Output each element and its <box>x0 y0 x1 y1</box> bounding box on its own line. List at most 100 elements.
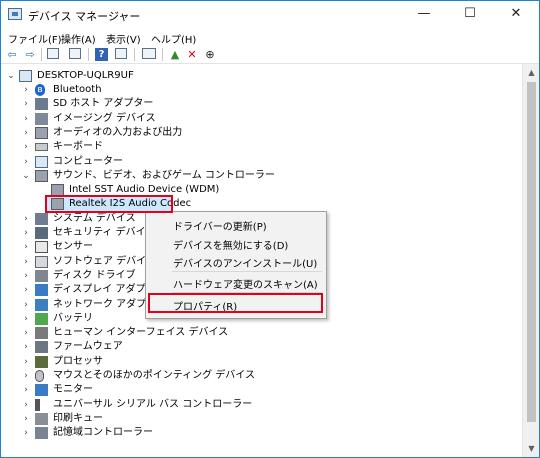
tree-category-item[interactable]: › ユニバーサル シリアル バス コントローラー <box>1 398 501 412</box>
chevron-right-icon[interactable]: › <box>21 313 31 325</box>
speaker-icon <box>51 184 64 197</box>
scroll-down-icon[interactable]: ▼ <box>523 440 539 457</box>
chevron-right-icon[interactable]: › <box>21 341 31 353</box>
tree-category-item[interactable]: › モニター <box>1 383 501 397</box>
tree-category-item[interactable]: › ファームウェア <box>1 340 501 354</box>
device-manager-icon <box>8 8 22 20</box>
menu-file[interactable]: ファイル(F) <box>8 31 62 46</box>
chevron-right-icon[interactable]: › <box>21 127 31 139</box>
chevron-right-icon[interactable]: › <box>21 227 31 239</box>
forward-arrow-icon[interactable]: ⇨ <box>22 47 38 62</box>
tree-category-item[interactable]: › ヒューマン インターフェイス デバイス <box>1 326 501 340</box>
printer-icon <box>35 412 48 425</box>
help-icon[interactable]: ? <box>95 48 108 61</box>
properties-sheet-icon[interactable] <box>69 48 81 59</box>
chevron-right-icon[interactable]: › <box>21 284 31 296</box>
chevron-right-icon[interactable]: › <box>21 213 31 225</box>
tree-item-label: バッテリ <box>53 312 93 324</box>
properties-icon[interactable] <box>115 48 127 59</box>
chevron-right-icon[interactable]: › <box>21 141 31 153</box>
scroll-thumb[interactable] <box>527 82 536 422</box>
tree-item-label: ディスク ドライブ <box>53 269 136 281</box>
tree-item-label: ユニバーサル シリアル バス コントローラー <box>53 398 253 410</box>
chevron-right-icon[interactable]: › <box>21 299 31 311</box>
monitor-icon <box>35 384 48 397</box>
chevron-down-icon[interactable]: ⌄ <box>6 70 16 82</box>
properties-highlight <box>148 293 323 313</box>
system-icon <box>35 212 48 225</box>
menu-bar: ファイル(F) 操作(A) 表示(V) ヘルプ(H) <box>1 28 539 47</box>
mouse-icon <box>35 370 44 382</box>
tree-category-item[interactable]: › オーディオの入力および出力 <box>1 126 501 140</box>
scan-hardware-icon[interactable] <box>142 48 156 59</box>
bluetooth-icon: ʙ <box>35 84 45 96</box>
tree-item-label: セキュリティ デバイス <box>53 227 156 238</box>
tree-category-item[interactable]: › SD ホスト アダプター <box>1 97 501 111</box>
keyboard-icon <box>35 143 48 152</box>
chevron-right-icon[interactable]: › <box>21 384 31 396</box>
back-arrow-icon[interactable]: ⇦ <box>4 47 20 62</box>
tree-item-label: Bluetooth <box>53 84 102 95</box>
tree-category-item[interactable]: › イメージング デバイス <box>1 112 501 126</box>
menu-action[interactable]: 操作(A) <box>61 31 96 46</box>
tree-item-label: プロセッサ <box>53 355 103 367</box>
update-driver-icon[interactable]: ▲ <box>167 47 183 62</box>
uninstall-icon[interactable]: ✕ <box>184 47 200 62</box>
sound-icon <box>35 169 48 182</box>
show-hide-tree-icon[interactable] <box>47 48 59 59</box>
processor-icon <box>35 355 48 368</box>
toolbar-separator <box>134 48 135 61</box>
chevron-right-icon[interactable]: › <box>21 399 31 411</box>
menu-view[interactable]: 表示(V) <box>106 31 141 46</box>
computer-icon <box>35 155 48 168</box>
tree-category-item[interactable]: › 記憶域コントローラー <box>1 426 501 440</box>
tree-item-label: ヒューマン インターフェイス デバイス <box>53 327 229 339</box>
title-bar[interactable]: デバイス マネージャー — ☐ ✕ <box>1 1 539 29</box>
chevron-right-icon[interactable]: › <box>21 270 31 282</box>
display-icon <box>35 284 48 297</box>
chevron-right-icon[interactable]: › <box>21 156 31 168</box>
chevron-right-icon[interactable]: › <box>21 84 31 96</box>
chevron-right-icon[interactable]: › <box>21 256 31 268</box>
chevron-right-icon[interactable]: › <box>21 427 31 439</box>
tree-category-item[interactable]: › コンピューター <box>1 155 501 169</box>
camera-icon <box>35 112 48 125</box>
tree-item-label: ソフトウェア デバイス <box>53 255 156 267</box>
ctx-uninstall-device[interactable]: デバイスのアンインストール(U) <box>173 255 317 270</box>
hid-icon <box>35 327 48 340</box>
toolbar-separator <box>41 48 42 61</box>
enable-device-icon[interactable]: ⊕ <box>202 47 218 62</box>
tree-item-label: モニター <box>53 384 93 396</box>
network-icon <box>35 298 48 311</box>
chevron-down-icon[interactable]: ⌄ <box>21 170 31 182</box>
chevron-right-icon[interactable]: › <box>21 98 31 110</box>
ctx-update-driver[interactable]: ドライバーの更新(P) <box>173 218 267 233</box>
tree-category-item[interactable]: › ʙ Bluetooth <box>1 83 501 97</box>
tree-category-item[interactable]: › マウスとそのほかのポインティング デバイス <box>1 369 501 383</box>
tree-category-item[interactable]: ⌄ サウンド、ビデオ、およびゲーム コントローラー <box>1 169 501 183</box>
minimize-button[interactable]: — <box>401 1 447 29</box>
computer-icon <box>19 70 32 82</box>
tree-item-label: 記憶域コントローラー <box>53 427 153 439</box>
ctx-disable-device[interactable]: デバイスを無効にする(D) <box>173 237 288 252</box>
chevron-right-icon[interactable]: › <box>21 370 31 382</box>
chevron-right-icon[interactable]: › <box>21 413 31 425</box>
chevron-right-icon[interactable]: › <box>21 327 31 339</box>
maximize-button[interactable]: ☐ <box>447 1 493 29</box>
tree-category-item[interactable]: › キーボード <box>1 140 501 154</box>
chevron-right-icon[interactable]: › <box>21 356 31 368</box>
scroll-up-icon[interactable]: ▲ <box>523 64 539 81</box>
chevron-right-icon[interactable]: › <box>21 241 31 253</box>
tree-item-label: システム デバイス <box>53 212 136 224</box>
tree-category-item[interactable]: › プロセッサ <box>1 355 501 369</box>
tree-root[interactable]: ⌄ DESKTOP-UQLR9UF <box>1 69 501 83</box>
close-button[interactable]: ✕ <box>493 1 539 29</box>
ctx-scan-hardware[interactable]: ハードウェア変更のスキャン(A) <box>173 276 318 291</box>
vertical-scrollbar[interactable]: ▲ ▼ <box>522 64 539 457</box>
tree-item-label: コンピューター <box>53 155 123 167</box>
menu-help[interactable]: ヘルプ(H) <box>151 31 196 46</box>
tree-item-label: SD ホスト アダプター <box>53 98 154 110</box>
tree-category-item[interactable]: › 印刷キュー <box>1 412 501 426</box>
chevron-right-icon[interactable]: › <box>21 113 31 125</box>
tree-device-item[interactable]: Realtek I2S Audio Codec <box>1 195 501 214</box>
